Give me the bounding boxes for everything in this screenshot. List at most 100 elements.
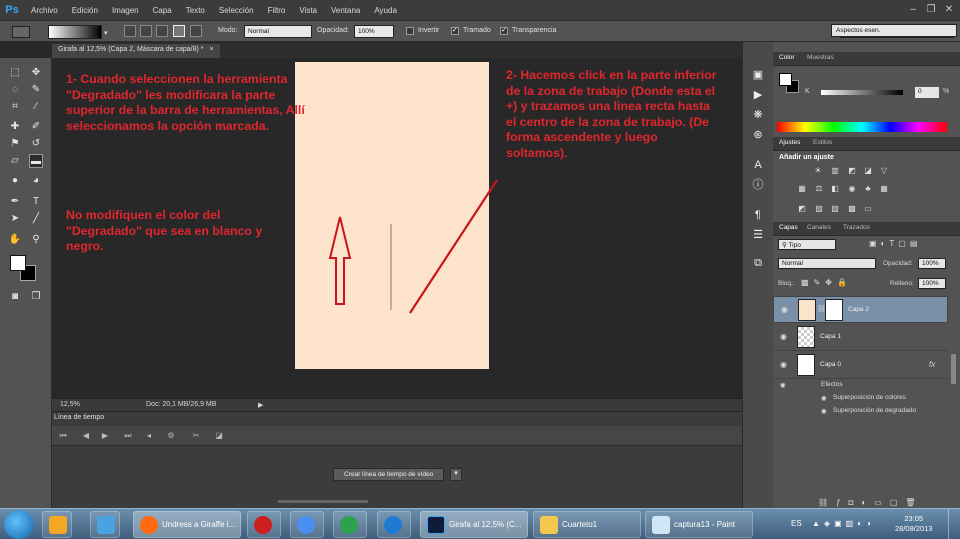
- layers-scrollbar[interactable]: [951, 354, 956, 384]
- taskbar-item[interactable]: [333, 511, 367, 538]
- color-balance-adjustment-icon[interactable]: ⚖: [813, 184, 825, 194]
- selective-color-adjustment-icon[interactable]: ▩: [846, 204, 858, 214]
- taskbar-item[interactable]: [42, 511, 72, 538]
- layer-name: Capa 0: [820, 361, 841, 368]
- split-icon[interactable]: ✂: [190, 430, 202, 442]
- transition-icon[interactable]: ◪: [213, 430, 225, 442]
- foreground-color-swatch[interactable]: [10, 255, 26, 271]
- invert-adjustment-icon[interactable]: ◩: [796, 204, 808, 214]
- start-button[interactable]: [4, 510, 34, 539]
- blend-mode-select[interactable]: Normal: [778, 258, 876, 269]
- previous-frame-icon[interactable]: ◀: [80, 430, 92, 442]
- timeline-tab[interactable]: Línea de tiempo: [54, 414, 104, 421]
- tab-layers[interactable]: Capas: [779, 224, 798, 231]
- black-white-adjustment-icon[interactable]: ◧: [829, 184, 841, 194]
- history-icon[interactable]: ▣: [751, 68, 765, 82]
- tab-channels[interactable]: Canales: [807, 224, 831, 231]
- posterize-adjustment-icon[interactable]: ▨: [813, 204, 825, 214]
- color-spectrum[interactable]: [777, 122, 947, 132]
- effect-color-overlay[interactable]: Superposición de colores: [833, 394, 906, 401]
- right-panels: Aspectos esen. Color Muestras K 0 % Ajus…: [773, 24, 960, 508]
- chevron-down-icon[interactable]: ▾: [450, 468, 462, 481]
- workspace-switcher[interactable]: Aspectos esen.: [831, 24, 957, 37]
- taskbar-item-photoshop[interactable]: Girafa al 12,5% (C...: [420, 511, 528, 538]
- hue-saturation-adjustment-icon[interactable]: ▦: [796, 184, 808, 194]
- color-foreground-swatch[interactable]: [779, 73, 792, 86]
- curves-adjustment-icon[interactable]: ◩: [846, 166, 858, 176]
- tab-swatches[interactable]: Muestras: [807, 54, 834, 61]
- system-tray-icons[interactable]: ▲◈▣▥◐◑: [812, 519, 887, 529]
- info-icon[interactable]: ⓘ: [751, 178, 765, 192]
- layer-row-capa-1[interactable]: ◉ Capa 1: [773, 324, 948, 351]
- taskbar-item-browser[interactable]: Undress a Giraffe i...: [133, 511, 241, 538]
- play-icon[interactable]: ▶: [99, 430, 111, 442]
- audio-icon[interactable]: ◂: [143, 430, 155, 442]
- eye-icon[interactable]: ◉: [821, 407, 827, 415]
- exposure-adjustment-icon[interactable]: ◪: [862, 166, 874, 176]
- gradient-map-adjustment-icon[interactable]: ▭: [862, 204, 874, 214]
- zoom-level[interactable]: 12,5%: [60, 401, 80, 408]
- layer-row-capa-0[interactable]: ◉ Capa 0 fx: [773, 352, 948, 379]
- timeline-panel: Línea de tiempo ⏮ ◀ ▶ ⏭ ◂ ⚙ ✂ ◪ Crear lí…: [52, 411, 742, 508]
- taskbar-item[interactable]: [247, 511, 281, 538]
- layer-name: Capa 2: [848, 306, 869, 313]
- lock-icons[interactable]: ▩✎✥🔒: [801, 278, 871, 289]
- taskbar-item-folder[interactable]: Cuarteto1: [533, 511, 641, 538]
- layer-mask-thumbnail[interactable]: [825, 299, 843, 321]
- folder-icon: [540, 516, 558, 534]
- eye-icon[interactable]: ◉: [821, 394, 827, 402]
- tab-color[interactable]: Color: [779, 54, 795, 61]
- vibrance-adjustment-icon[interactable]: ▽: [878, 166, 890, 176]
- timeline-zoom-slider[interactable]: [278, 500, 368, 503]
- settings-icon[interactable]: ⚙: [165, 430, 177, 442]
- eye-icon[interactable]: ◉: [780, 381, 786, 389]
- brightness-adjustment-icon[interactable]: ☀: [812, 166, 824, 176]
- visibility-eye-icon[interactable]: ◉: [780, 332, 787, 341]
- character-icon[interactable]: A: [751, 158, 765, 172]
- visibility-eye-icon[interactable]: ◉: [781, 305, 788, 314]
- channel-mixer-adjustment-icon[interactable]: ♣: [862, 184, 874, 194]
- properties-icon[interactable]: ☰: [751, 228, 765, 242]
- fill-input[interactable]: 100%: [918, 278, 946, 289]
- taskbar-item[interactable]: [377, 511, 411, 538]
- taskbar-item[interactable]: [290, 511, 324, 538]
- levels-adjustment-icon[interactable]: ▥: [829, 166, 841, 176]
- layer-thumbnail: [797, 326, 815, 348]
- clone-source-icon[interactable]: ⊛: [751, 128, 765, 142]
- brush-presets-icon[interactable]: ❋: [751, 108, 765, 122]
- fx-icon[interactable]: fx: [929, 360, 935, 369]
- k-slider[interactable]: [821, 90, 903, 95]
- next-frame-icon[interactable]: ⏭: [122, 430, 134, 442]
- create-video-timeline-button[interactable]: Crear línea de tiempo de vídeo: [333, 468, 445, 481]
- app-icon: [97, 516, 115, 534]
- layer-filter-icons[interactable]: ▣◐T▢▤: [869, 239, 949, 250]
- tab-adjustments[interactable]: Ajustes: [779, 139, 800, 146]
- first-frame-icon[interactable]: ⏮: [57, 430, 69, 442]
- layer-filter-select[interactable]: ⚲ Tipo: [778, 239, 836, 250]
- layer-row-capa-2[interactable]: ◉ ⛓ Capa 2: [773, 296, 948, 323]
- taskbar-item[interactable]: [90, 511, 120, 538]
- tab-paths[interactable]: Trazados: [843, 224, 870, 231]
- chrome-icon: [340, 516, 358, 534]
- taskbar-item-paint[interactable]: captura13 - Paint: [645, 511, 753, 538]
- layer-filter-value: Tipo: [788, 242, 801, 249]
- layers-panel-tabs: Capas Canales Trazados: [773, 222, 960, 236]
- k-value-input[interactable]: 0: [915, 87, 939, 98]
- language-indicator[interactable]: ES: [791, 519, 802, 528]
- system-clock[interactable]: 23:05 28/08/2013: [895, 514, 933, 534]
- actions-icon[interactable]: ▶: [751, 88, 765, 102]
- layer-opacity-input[interactable]: 100%: [918, 258, 946, 269]
- show-desktop-button[interactable]: [948, 509, 960, 539]
- visibility-eye-icon[interactable]: ◉: [780, 360, 787, 369]
- app-icon: [384, 516, 402, 534]
- status-menu-icon[interactable]: ▶: [258, 401, 263, 409]
- adjustments-panel-tabs: Ajustes Estilos: [773, 137, 960, 151]
- paragraph-icon[interactable]: ¶: [751, 208, 765, 222]
- tab-styles[interactable]: Estilos: [813, 139, 832, 146]
- effect-gradient-overlay[interactable]: Superposición de degradado: [833, 407, 916, 414]
- photo-filter-adjustment-icon[interactable]: ◉: [846, 184, 858, 194]
- threshold-adjustment-icon[interactable]: ▧: [829, 204, 841, 214]
- layers-footer-icons[interactable]: ⛓ƒ◘◐▭▢🗑: [818, 498, 958, 508]
- color-lookup-adjustment-icon[interactable]: ▦: [878, 184, 890, 194]
- layer-comps-icon[interactable]: ⧉: [751, 256, 765, 270]
